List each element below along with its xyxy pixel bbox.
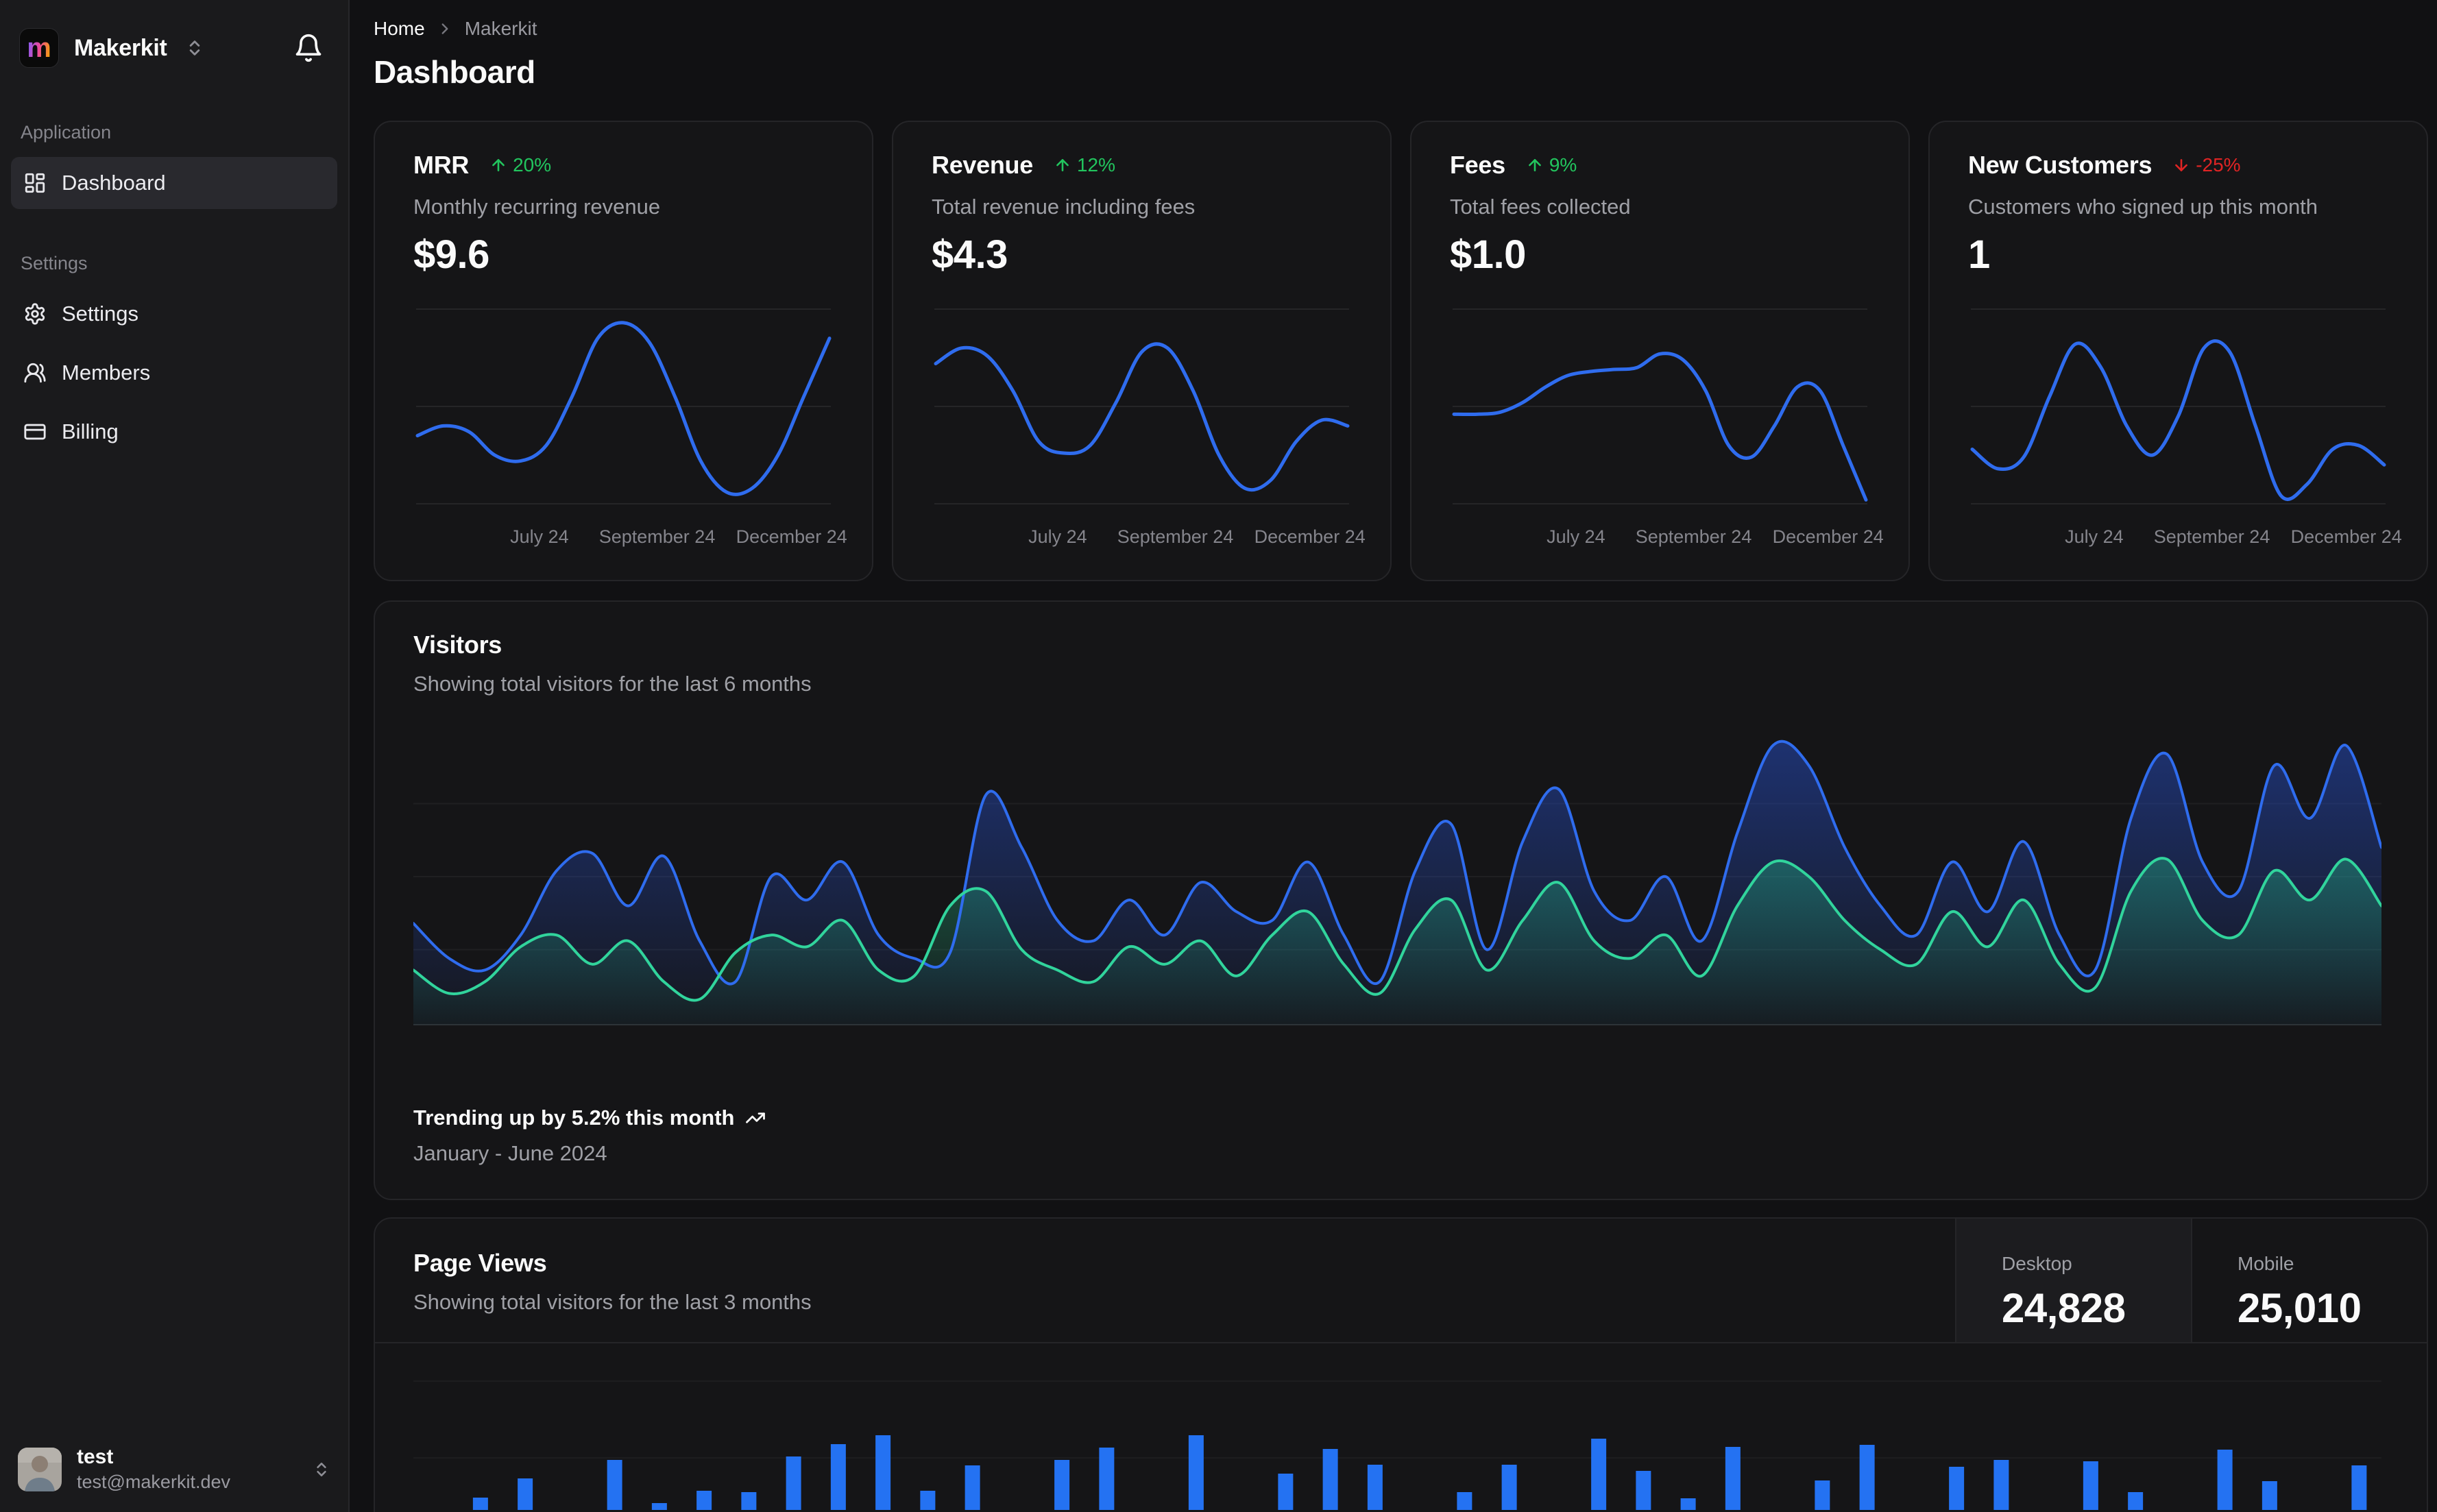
trend-badge: 9% <box>1526 154 1577 176</box>
arrow-down-icon <box>2172 156 2190 174</box>
gear-icon <box>23 302 47 326</box>
visitors-date-range: January - June 2024 <box>413 1141 607 1165</box>
arrow-up-icon <box>1054 156 1071 174</box>
stat-description: Total fees collected <box>1450 195 1631 219</box>
user-menu[interactable]: test test@makerkit.dev <box>10 1436 339 1502</box>
workspace-name: Makerkit <box>74 34 167 61</box>
main-content: Home Makerkit Dashboard MRR 20% Monthly … <box>350 0 2437 1512</box>
app-root: m Makerkit Application Dashboard Setting… <box>0 0 2437 1512</box>
stat-name: Fees <box>1450 151 1505 179</box>
desktop-toggle[interactable]: Desktop 24,828 <box>1955 1219 2191 1342</box>
sparkline-chart: July 24 September 24 December 24 <box>413 300 847 555</box>
page-title: Dashboard <box>374 54 535 90</box>
sidebar-item-billing[interactable]: Billing <box>11 406 337 458</box>
stat-cards-row: MRR 20% Monthly recurring revenue $9.6 J… <box>374 121 2428 581</box>
sparkline-chart: July 24 September 24 December 24 <box>1968 300 2402 555</box>
device-toggle-group: Desktop 24,828 Mobile 25,010 <box>1955 1219 2427 1342</box>
visitors-subtitle: Showing total visitors for the last 6 mo… <box>413 672 812 696</box>
sidebar-item-label: Settings <box>62 302 139 326</box>
workspace-selector[interactable]: m Makerkit <box>11 16 337 80</box>
arrow-up-icon <box>489 156 507 174</box>
chevrons-up-down-icon <box>185 38 204 58</box>
stat-description: Customers who signed up this month <box>1968 195 2318 219</box>
stat-card-mrr: MRR 20% Monthly recurring revenue $9.6 J… <box>374 121 873 581</box>
sidebar-item-label: Billing <box>62 419 119 443</box>
arrow-up-icon <box>1526 156 1544 174</box>
mobile-toggle[interactable]: Mobile 25,010 <box>2191 1219 2427 1342</box>
sidebar-item-label: Dashboard <box>62 171 166 195</box>
breadcrumb-home[interactable]: Home <box>374 18 425 40</box>
user-name: test <box>77 1446 114 1468</box>
nav-section-settings: Settings <box>21 253 88 273</box>
sparkline-x-axis: July 24 September 24 December 24 <box>510 526 847 547</box>
user-email: test@makerkit.dev <box>77 1472 230 1492</box>
trend-badge: 12% <box>1054 154 1115 176</box>
trending-up-icon <box>745 1108 766 1128</box>
stat-name: Revenue <box>932 151 1033 179</box>
visitors-area-chart <box>413 740 2381 1025</box>
stat-value: 1 <box>1968 232 1990 277</box>
page-views-subtitle: Showing total visitors for the last 3 mo… <box>413 1290 812 1314</box>
visitors-card: Visitors Showing total visitors for the … <box>374 600 2428 1200</box>
sidebar-item-label: Members <box>62 361 151 385</box>
sidebar-item-settings[interactable]: Settings <box>11 288 337 340</box>
users-icon <box>23 361 47 385</box>
breadcrumb-current: Makerkit <box>464 18 537 39</box>
sparkline-x-axis: July 24 September 24 December 24 <box>1028 526 1366 547</box>
sidebar-item-dashboard[interactable]: Dashboard <box>11 157 337 209</box>
makerkit-logo: m <box>19 28 59 68</box>
stat-card-fees: Fees 9% Total fees collected $1.0 July 2… <box>1410 121 1910 581</box>
sidebar: m Makerkit Application Dashboard Setting… <box>0 0 350 1512</box>
breadcrumb: Home Makerkit <box>374 18 2428 40</box>
stat-name: MRR <box>413 151 470 179</box>
stat-description: Total revenue including fees <box>932 195 1196 219</box>
trend-badge: -25% <box>2172 154 2241 176</box>
visitors-title: Visitors <box>413 631 502 659</box>
stat-value: $4.3 <box>932 232 1008 277</box>
bell-icon <box>293 33 324 63</box>
sparkline-chart: July 24 September 24 December 24 <box>1450 300 1884 555</box>
page-views-bar-chart <box>472 1435 2367 1510</box>
avatar <box>18 1447 62 1491</box>
page-views-card: Page Views Showing total visitors for th… <box>374 1217 2428 1512</box>
stat-value: $9.6 <box>413 232 489 277</box>
credit-card-icon <box>23 420 47 443</box>
sparkline-chart: July 24 September 24 December 24 <box>932 300 1366 555</box>
stat-card-revenue: Revenue 12% Total revenue including fees… <box>892 121 1392 581</box>
dashboard-icon <box>23 171 47 195</box>
stat-name: New Customers <box>1968 151 2153 179</box>
chevrons-up-down-icon <box>313 1461 330 1478</box>
stat-description: Monthly recurring revenue <box>413 195 661 219</box>
visitors-trend-text: Trending up by 5.2% this month <box>413 1106 735 1130</box>
sidebar-item-members[interactable]: Members <box>11 347 337 399</box>
nav-section-application: Application <box>21 122 112 143</box>
chevron-right-icon <box>436 20 454 38</box>
sparkline-x-axis: July 24 September 24 December 24 <box>2065 526 2402 547</box>
trend-badge: 20% <box>489 154 551 176</box>
sparkline-x-axis: July 24 September 24 December 24 <box>1547 526 1884 547</box>
page-views-title: Page Views <box>413 1249 547 1277</box>
notifications-button[interactable] <box>288 27 329 69</box>
stat-card-new-customers: New Customers -25% Customers who signed … <box>1928 121 2428 581</box>
logo-letter: m <box>27 33 51 63</box>
stat-value: $1.0 <box>1450 232 1526 277</box>
